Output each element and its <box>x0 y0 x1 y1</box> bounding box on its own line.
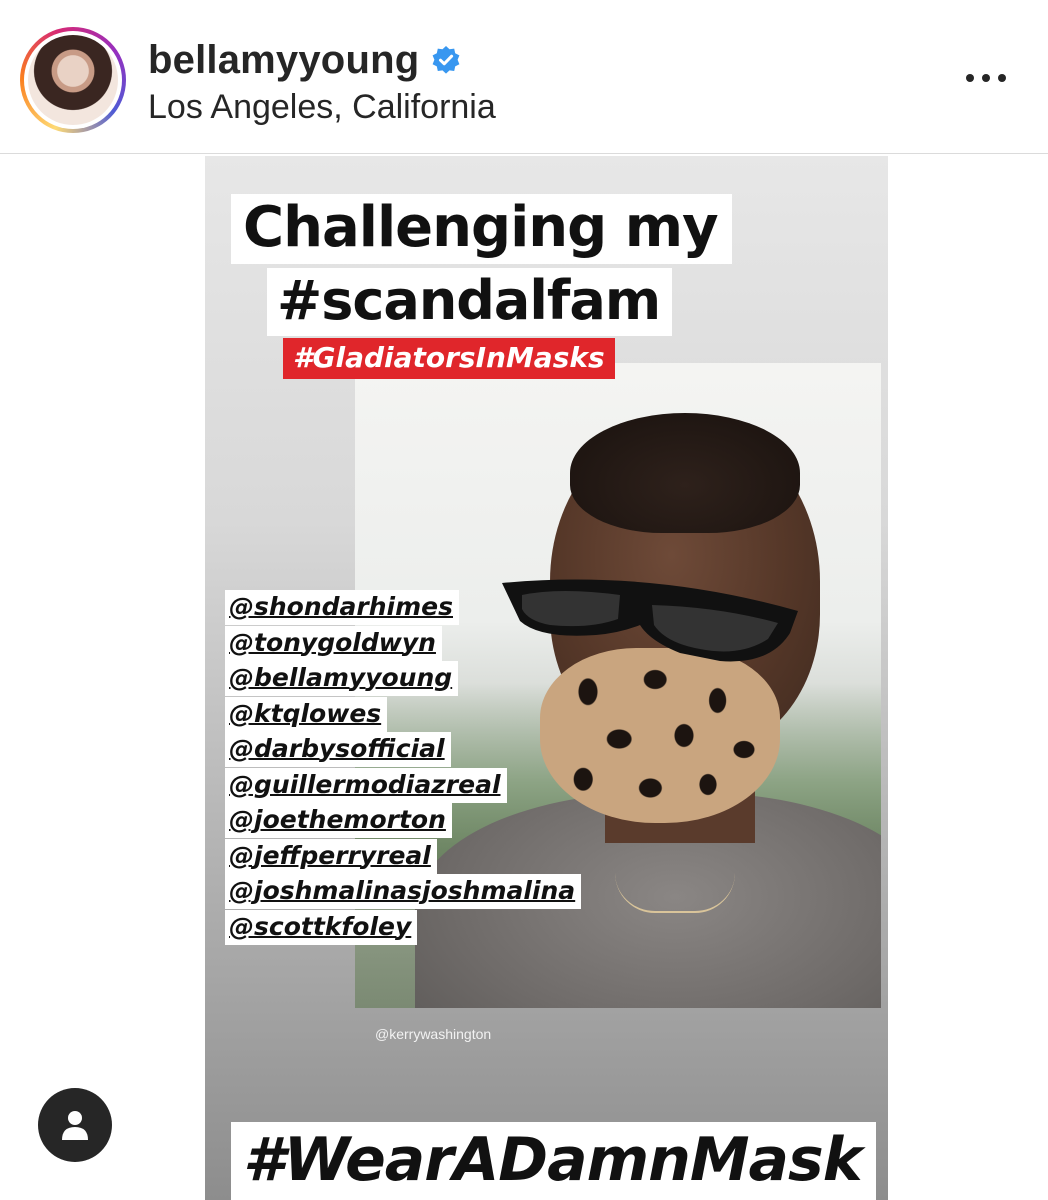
mention-item: @bellamyyoung <box>225 661 459 696</box>
title-line-1: Challenging my <box>231 194 732 264</box>
more-options-dot <box>998 74 1006 82</box>
tagged-users-button[interactable] <box>38 1088 112 1162</box>
avatar[interactable] <box>20 27 126 133</box>
mention-item: @guillermodiazreal <box>225 767 507 803</box>
mention-item: @joethemorton <box>225 803 452 838</box>
user-tag-icon <box>62 1111 88 1140</box>
more-options-dot <box>982 74 990 82</box>
mention-item: @jeffperryreal <box>225 838 437 874</box>
verified-badge-icon <box>432 46 460 74</box>
photo-hair <box>570 413 800 533</box>
mention-item: @joshmalinasjoshmalina <box>225 874 582 909</box>
post-header: bellamyyoung Los Angeles, California <box>0 0 1048 154</box>
mention-item: @ktqlowes <box>225 696 388 732</box>
location-link[interactable]: Los Angeles, California <box>148 88 496 127</box>
post-image[interactable]: Challenging my #scandalfam #GladiatorsIn… <box>205 156 888 1200</box>
title-line-2: #scandalfam <box>267 268 673 336</box>
more-options-icon <box>966 74 974 82</box>
bottom-hashtag: #WearADamnMask <box>231 1122 876 1200</box>
username-link[interactable]: bellamyyoung <box>148 38 419 83</box>
mentions-list: @shondarhimes @tonygoldwyn @bellamyyoung… <box>225 590 582 945</box>
avatar-photo <box>28 35 118 125</box>
avatar-frame <box>24 31 122 129</box>
hashtag-red-label: #GladiatorsInMasks <box>283 338 615 379</box>
more-options-button[interactable] <box>962 58 1010 98</box>
mention-item: @darbysofficial <box>225 732 451 767</box>
mention-item: @scottkfoley <box>225 909 418 945</box>
mention-item: @shondarhimes <box>225 590 459 625</box>
username-row: bellamyyoung <box>148 36 461 84</box>
photo-watermark: @kerrywashington <box>375 1026 492 1042</box>
mention-item: @tonygoldwyn <box>225 625 442 661</box>
